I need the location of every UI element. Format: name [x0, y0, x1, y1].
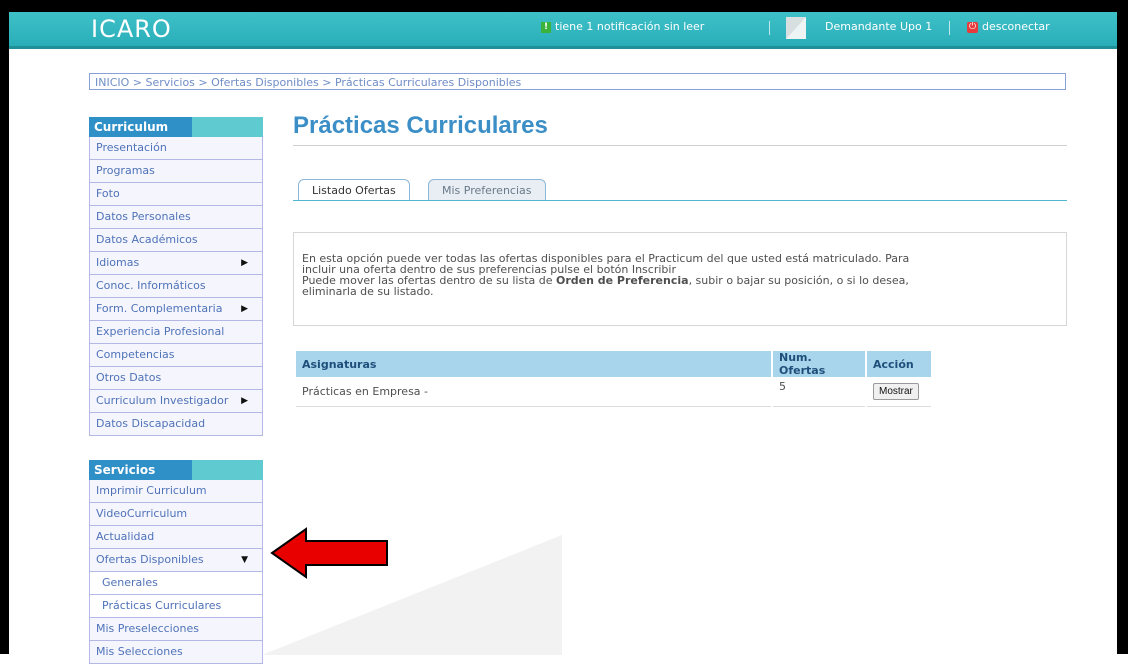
user-name[interactable]: Demandante Upo 1	[825, 20, 932, 33]
window-frame-right	[1117, 0, 1128, 654]
logout-link[interactable]: ⏻ desconectar	[967, 20, 1050, 33]
curriculum-menu: Curriculum Presentación Programas Foto D…	[89, 117, 263, 436]
menu-item-curriculum-investigador[interactable]: Curriculum Investigador ▶	[89, 390, 263, 413]
mostrar-button[interactable]: Mostrar	[873, 383, 919, 400]
menu-item-programas[interactable]: Programas	[89, 160, 263, 183]
submenu-item-practicas-curriculares[interactable]: Prácticas Curriculares	[89, 595, 263, 618]
logo[interactable]: ICARO	[91, 15, 172, 43]
divider	[769, 21, 770, 35]
notification-link[interactable]: ! tiene 1 notificación sin leer	[541, 20, 704, 33]
chevron-right-icon: ▶	[241, 304, 248, 314]
title-divider	[293, 145, 1067, 146]
column-header-asignaturas: Asignaturas	[296, 351, 771, 377]
logout-text: desconectar	[982, 20, 1050, 33]
user-avatar-icon	[786, 17, 806, 39]
table-header-row: Asignaturas Num. Ofertas Acción	[296, 351, 931, 377]
chevron-down-icon: ▼	[241, 555, 248, 565]
menu-item-actualidad[interactable]: Actualidad	[89, 526, 263, 549]
menu-item-presentacion[interactable]: Presentación	[89, 137, 263, 160]
notification-icon: !	[541, 21, 551, 33]
menu-item-ofertas-disponibles[interactable]: Ofertas Disponibles ▼	[89, 549, 263, 572]
asignaturas-table: Asignaturas Num. Ofertas Acción Práctica…	[294, 351, 933, 407]
breadcrumb[interactable]: INICIO > Servicios > Ofertas Disponibles…	[89, 73, 1066, 90]
servicios-menu-header: Servicios	[89, 460, 263, 480]
power-icon: ⏻	[967, 21, 978, 33]
menu-item-datos-personales[interactable]: Datos Personales	[89, 206, 263, 229]
info-text: eliminarla de su listado.	[302, 285, 434, 298]
menu-item-competencias[interactable]: Competencias	[89, 344, 263, 367]
menu-item-datos-academicos[interactable]: Datos Académicos	[89, 229, 263, 252]
menu-item-foto[interactable]: Foto	[89, 183, 263, 206]
menu-item-conoc-informaticos[interactable]: Conoc. Informáticos	[89, 275, 263, 298]
menu-item-idiomas[interactable]: Idiomas ▶	[89, 252, 263, 275]
menu-item-form-complementaria[interactable]: Form. Complementaria ▶	[89, 298, 263, 321]
menu-item-mis-preselecciones[interactable]: Mis Preselecciones	[89, 618, 263, 641]
menu-item-datos-discapacidad[interactable]: Datos Discapacidad	[89, 413, 263, 436]
menu-item-mis-selecciones[interactable]: Mis Selecciones	[89, 641, 263, 664]
tab-listado-ofertas[interactable]: Listado Ofertas	[298, 179, 410, 201]
column-header-num-ofertas: Num. Ofertas	[773, 351, 865, 377]
info-box: En esta opción puede ver todas las ofert…	[293, 232, 1067, 326]
divider	[949, 21, 950, 35]
curriculum-menu-header: Curriculum	[89, 117, 263, 137]
servicios-menu-title: Servicios	[89, 460, 192, 480]
top-bar: ICARO ! tiene 1 notificación sin leer Dem…	[9, 12, 1117, 49]
window-frame-left	[0, 0, 9, 654]
submenu-item-generales[interactable]: Generales	[89, 572, 263, 595]
cell-accion: Mostrar	[867, 377, 931, 407]
red-arrow-annotation	[270, 527, 388, 579]
menu-item-experiencia-profesional[interactable]: Experiencia Profesional	[89, 321, 263, 344]
column-header-accion: Acción	[867, 351, 931, 377]
notification-text: tiene 1 notificación sin leer	[555, 20, 705, 33]
chevron-right-icon: ▶	[241, 258, 248, 268]
cell-asignatura: Prácticas en Empresa -	[296, 377, 771, 407]
cell-num-ofertas: 5	[773, 377, 865, 407]
table-row: Prácticas en Empresa - 5 Mostrar	[296, 377, 931, 407]
tabs-divider	[293, 200, 1067, 201]
menu-item-otros-datos[interactable]: Otros Datos	[89, 367, 263, 390]
menu-item-videocurriculum[interactable]: VideoCurriculum	[89, 503, 263, 526]
chevron-right-icon: ▶	[241, 396, 248, 406]
curriculum-menu-title: Curriculum	[89, 117, 192, 137]
window-frame-top	[0, 0, 1128, 12]
page-title: Prácticas Curriculares	[293, 112, 548, 139]
servicios-menu: Servicios Imprimir Curriculum VideoCurri…	[89, 460, 263, 664]
tab-mis-preferencias[interactable]: Mis Preferencias	[428, 179, 546, 200]
menu-item-imprimir-curriculum[interactable]: Imprimir Curriculum	[89, 480, 263, 503]
info-text-bold: Orden de Preferencia	[556, 274, 689, 287]
